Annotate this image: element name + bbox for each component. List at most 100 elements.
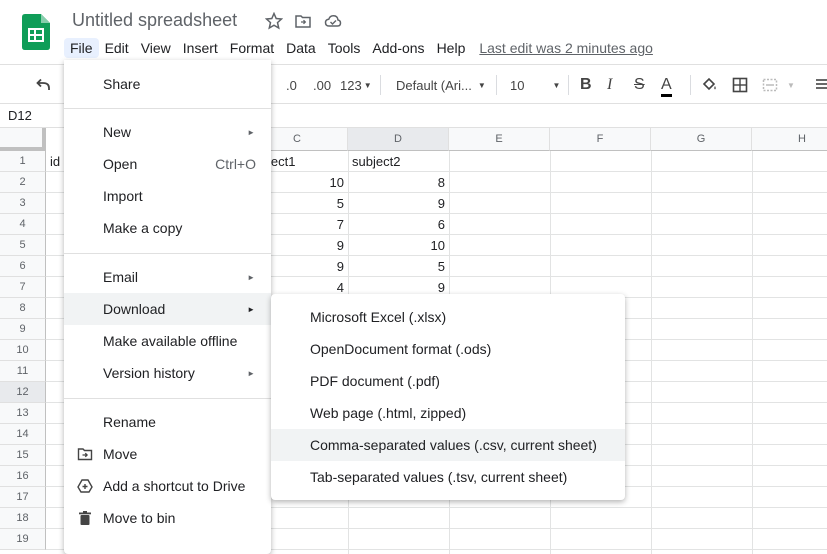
row-header[interactable]: 16 [0, 466, 46, 487]
cell-c6[interactable]: 9 [264, 256, 348, 277]
file-menu-dropdown: Share New ► Open Ctrl+O Import Make a copy… [64, 60, 271, 554]
menu-format[interactable]: Format [224, 38, 280, 58]
column-header-g[interactable]: G [651, 128, 752, 151]
menu-item-label: Rename [103, 414, 156, 430]
cloud-status-icon[interactable] [324, 12, 342, 30]
download-csv[interactable]: Comma-separated values (.csv, current sh… [271, 429, 625, 461]
row-header-selected[interactable]: 12 [0, 382, 46, 403]
cell-c2[interactable]: 10 [264, 172, 348, 193]
menu-item-label: Move [103, 446, 138, 462]
shortcut-label: Ctrl+O [215, 156, 256, 172]
menu-item-label: Share [103, 76, 141, 92]
menu-tools[interactable]: Tools [322, 38, 367, 58]
cell-c5[interactable]: 9 [264, 235, 348, 256]
decrease-decimal-button[interactable]: .0 [286, 75, 297, 95]
menu-item-email[interactable]: Email ► [64, 261, 271, 293]
menu-add-ons[interactable]: Add-ons [366, 38, 430, 58]
row-header[interactable]: 14 [0, 424, 46, 445]
row-header[interactable]: 2 [0, 172, 46, 193]
document-title[interactable]: Untitled spreadsheet [72, 10, 237, 31]
menu-item-add-shortcut[interactable]: Add a shortcut to Drive [64, 470, 271, 502]
submenu-arrow-icon: ► [247, 272, 255, 282]
row-header[interactable]: 11 [0, 361, 46, 382]
fill-color-icon[interactable] [700, 75, 718, 95]
row-header[interactable]: 1 [0, 151, 46, 172]
menu-edit[interactable]: Edit [99, 38, 135, 58]
cell-d6[interactable]: 5 [348, 256, 449, 277]
chevron-down-icon: ▼ [363, 80, 372, 90]
menu-item-label: Email [103, 269, 139, 285]
menu-view[interactable]: View [135, 38, 177, 58]
column-header-e[interactable]: E [449, 128, 550, 151]
merge-chevron-down-icon[interactable]: ▼ [787, 75, 795, 95]
increase-decimal-button[interactable]: .00 [313, 75, 331, 95]
row-header[interactable]: 18 [0, 508, 46, 529]
strikethrough-button[interactable]: S [634, 75, 645, 95]
menu-item-open[interactable]: Open Ctrl+O [64, 148, 271, 180]
select-all-corner[interactable] [0, 128, 46, 151]
cell-d1[interactable]: subject2 [348, 151, 449, 172]
menu-item-new[interactable]: New ► [64, 116, 271, 148]
row-header[interactable]: 19 [0, 529, 46, 550]
menu-data[interactable]: Data [280, 38, 322, 58]
download-pdf[interactable]: PDF document (.pdf) [271, 365, 625, 397]
column-header-d[interactable]: D [348, 128, 449, 151]
download-html[interactable]: Web page (.html, zipped) [271, 397, 625, 429]
menu-item-move[interactable]: Move [64, 438, 271, 470]
row-header[interactable]: 17 [0, 487, 46, 508]
font-family-select[interactable]: Default (Ari... ▼ [396, 75, 486, 95]
cell-d2[interactable]: 8 [348, 172, 449, 193]
cell-d3[interactable]: 9 [348, 193, 449, 214]
row-header[interactable]: 4 [0, 214, 46, 235]
cell-d4[interactable]: 6 [348, 214, 449, 235]
column-header-f[interactable]: F [550, 128, 651, 151]
menu-item-import[interactable]: Import [64, 180, 271, 212]
column-header-h[interactable]: H [752, 128, 827, 151]
cell-c1[interactable]: ject1 [264, 151, 348, 172]
row-header[interactable]: 8 [0, 298, 46, 319]
number-format-button[interactable]: 123 ▼ [340, 75, 372, 95]
menu-item-share[interactable]: Share [64, 68, 271, 100]
sheets-logo-icon[interactable] [22, 14, 50, 50]
row-header[interactable]: 15 [0, 445, 46, 466]
menu-item-download[interactable]: Download ► [64, 293, 271, 325]
italic-button[interactable]: I [607, 75, 612, 95]
menu-item-label: New [103, 124, 132, 140]
cell-c3[interactable]: 5 [264, 193, 348, 214]
align-icon[interactable] [814, 75, 827, 95]
selected-cell-reference[interactable]: D12 [8, 108, 32, 123]
borders-icon[interactable] [731, 75, 749, 95]
row-header[interactable]: 10 [0, 340, 46, 361]
menu-item-move-to-bin[interactable]: Move to bin [64, 502, 271, 534]
menu-item-label: Import [103, 188, 143, 204]
star-icon[interactable] [265, 12, 283, 30]
row-header[interactable]: 3 [0, 193, 46, 214]
menu-item-rename[interactable]: Rename [64, 406, 271, 438]
download-ods[interactable]: OpenDocument format (.ods) [271, 333, 625, 365]
download-xlsx[interactable]: Microsoft Excel (.xlsx) [271, 301, 625, 333]
bold-button[interactable]: B [580, 75, 592, 95]
row-header[interactable]: 13 [0, 403, 46, 424]
menu-item-make-copy[interactable]: Make a copy [64, 212, 271, 244]
text-color-button[interactable]: A [661, 75, 672, 97]
menu-item-label: Make available offline [103, 333, 238, 349]
menu-insert[interactable]: Insert [177, 38, 224, 58]
font-size-label: 10 [510, 77, 525, 93]
menu-item-version-history[interactable]: Version history ► [64, 357, 271, 389]
menu-help[interactable]: Help [431, 38, 472, 58]
row-header[interactable]: 9 [0, 319, 46, 340]
row-header[interactable]: 7 [0, 277, 46, 298]
last-edit-link[interactable]: Last edit was 2 minutes ago [479, 40, 653, 56]
merge-cells-icon[interactable] [761, 75, 779, 95]
menu-item-label: OpenDocument format (.ods) [310, 341, 492, 357]
move-folder-icon[interactable] [294, 12, 312, 30]
undo-icon[interactable] [34, 75, 52, 95]
download-tsv[interactable]: Tab-separated values (.tsv, current shee… [271, 461, 625, 493]
row-header[interactable]: 6 [0, 256, 46, 277]
cell-c4[interactable]: 7 [264, 214, 348, 235]
menu-item-make-available-offline[interactable]: Make available offline [64, 325, 271, 357]
row-header[interactable]: 5 [0, 235, 46, 256]
menu-file[interactable]: File [64, 38, 99, 58]
cell-d5[interactable]: 10 [348, 235, 449, 256]
font-size-select[interactable]: 10 ▼ [510, 75, 560, 95]
